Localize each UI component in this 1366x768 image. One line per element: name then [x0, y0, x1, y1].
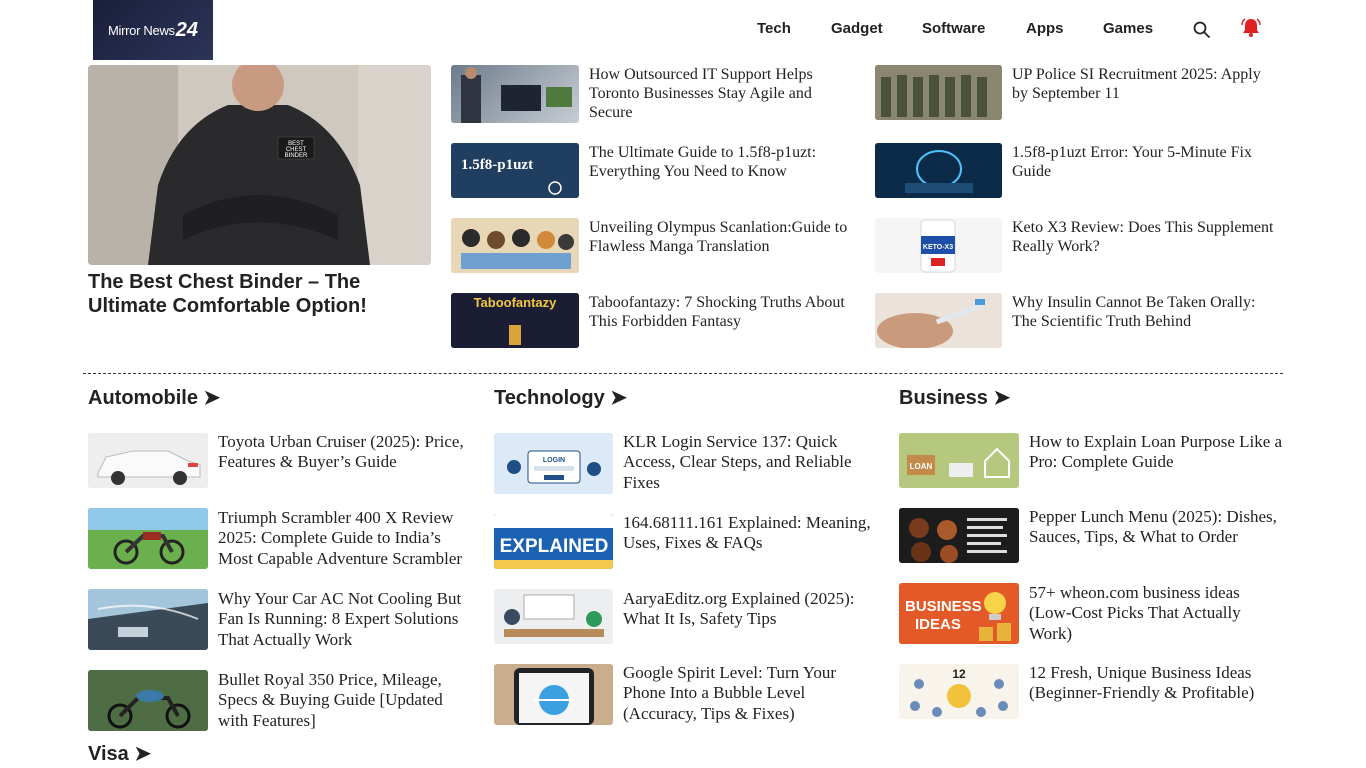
article-title[interactable]: 57+ wheon.com business ideas (Low-Cost P…: [1029, 583, 1284, 644]
article-thumbnail[interactable]: EXPLAINED: [494, 514, 613, 569]
article-thumbnail[interactable]: [494, 589, 613, 644]
site-header: Mirror News 24 Tech Gadget Software Apps …: [0, 0, 1366, 60]
nav-gadget[interactable]: Gadget: [831, 20, 883, 37]
article-title[interactable]: KLR Login Service 137: Quick Access, Cle…: [623, 432, 878, 493]
article-thumbnail[interactable]: [875, 143, 1002, 198]
article-thumbnail[interactable]: 1.5f8-p1uzt: [451, 143, 579, 198]
article-title[interactable]: 12 Fresh, Unique Business Ideas (Beginne…: [1029, 663, 1284, 704]
svg-text:Taboofantazy: Taboofantazy: [474, 295, 558, 310]
svg-text:LOGIN: LOGIN: [543, 457, 565, 464]
article-title[interactable]: Triumph Scrambler 400 X Review 2025: Com…: [218, 508, 468, 569]
svg-text:IDEAS: IDEAS: [915, 616, 961, 633]
nav-tech[interactable]: Tech: [757, 20, 791, 37]
article-title[interactable]: Taboofantazy: 7 Shocking Truths About Th…: [589, 293, 854, 331]
article-title[interactable]: Unveiling Olympus Scanlation:Guide to Fl…: [589, 218, 854, 256]
svg-text:BINDER: BINDER: [285, 153, 308, 159]
nav-games[interactable]: Games: [1103, 20, 1153, 37]
section-title-technology[interactable]: Technology ➤: [494, 385, 627, 410]
article-title[interactable]: UP Police SI Recruitment 2025: Apply by …: [1012, 65, 1277, 103]
feature-image[interactable]: BEST CHEST BINDER: [88, 65, 431, 265]
article-title[interactable]: Toyota Urban Cruiser (2025): Price, Feat…: [218, 432, 468, 473]
article-thumbnail[interactable]: [875, 293, 1002, 348]
section-divider: [83, 373, 1283, 374]
nav-apps[interactable]: Apps: [1026, 20, 1064, 37]
svg-text:EXPLAINED: EXPLAINED: [500, 536, 609, 557]
article-thumbnail[interactable]: LOAN: [899, 433, 1019, 488]
article-title[interactable]: How to Explain Loan Purpose Like a Pro: …: [1029, 432, 1284, 473]
article-title[interactable]: Keto X3 Review: Does This Supplement Rea…: [1012, 218, 1282, 256]
article-thumbnail[interactable]: KETO-X3: [875, 218, 1002, 273]
section-title-visa[interactable]: Visa ➤: [88, 741, 151, 766]
svg-text:KETO-X3: KETO-X3: [923, 244, 953, 251]
article-thumbnail[interactable]: Taboofantazy: [451, 293, 579, 348]
article-thumbnail[interactable]: [899, 508, 1019, 563]
article-thumbnail[interactable]: [451, 218, 579, 273]
article-title[interactable]: Bullet Royal 350 Price, Mileage, Specs &…: [218, 670, 468, 731]
article-thumbnail[interactable]: [88, 433, 208, 488]
feature-title[interactable]: The Best Chest Binder – The Ultimate Com…: [88, 270, 433, 318]
article-title[interactable]: The Ultimate Guide to 1.5f8-p1uzt: Every…: [589, 143, 839, 181]
notification-bell-icon[interactable]: [1240, 16, 1262, 38]
nav-software[interactable]: Software: [922, 20, 985, 37]
article-thumbnail[interactable]: 12: [899, 664, 1019, 719]
svg-text:BUSINESS: BUSINESS: [905, 598, 982, 615]
svg-text:LOAN: LOAN: [910, 462, 933, 471]
article-title[interactable]: Why Your Car AC Not Cooling But Fan Is R…: [218, 589, 468, 650]
article-title[interactable]: How Outsourced IT Support Helps Toronto …: [589, 65, 839, 122]
article-thumbnail[interactable]: BUSINESS IDEAS: [899, 583, 1019, 644]
article-thumbnail[interactable]: [875, 65, 1002, 120]
article-title[interactable]: Why Insulin Cannot Be Taken Orally: The …: [1012, 293, 1277, 331]
article-title[interactable]: 164.68111.161 Explained: Meaning, Uses, …: [623, 513, 878, 554]
article-title[interactable]: AaryaEditz.org Explained (2025): What It…: [623, 589, 878, 630]
section-title-business[interactable]: Business ➤: [899, 385, 1010, 410]
article-title[interactable]: Pepper Lunch Menu (2025): Dishes, Sauces…: [1029, 507, 1284, 548]
svg-text:12: 12: [952, 667, 966, 681]
article-thumbnail[interactable]: [494, 664, 613, 725]
article-thumbnail[interactable]: [88, 670, 208, 731]
article-title[interactable]: Google Spirit Level: Turn Your Phone Int…: [623, 663, 878, 724]
section-title-automobile[interactable]: Automobile ➤: [88, 385, 220, 410]
main-nav: Tech Gadget Software Apps Games: [0, 20, 1366, 40]
article-thumbnail[interactable]: [88, 589, 208, 650]
svg-text:1.5f8-p1uzt: 1.5f8-p1uzt: [461, 157, 533, 173]
article-title[interactable]: 1.5f8-p1uzt Error: Your 5-Minute Fix Gui…: [1012, 143, 1277, 181]
search-icon[interactable]: [1193, 21, 1210, 38]
article-thumbnail[interactable]: LOGIN: [494, 433, 613, 494]
article-thumbnail[interactable]: [88, 508, 208, 569]
article-thumbnail[interactable]: [451, 65, 579, 123]
